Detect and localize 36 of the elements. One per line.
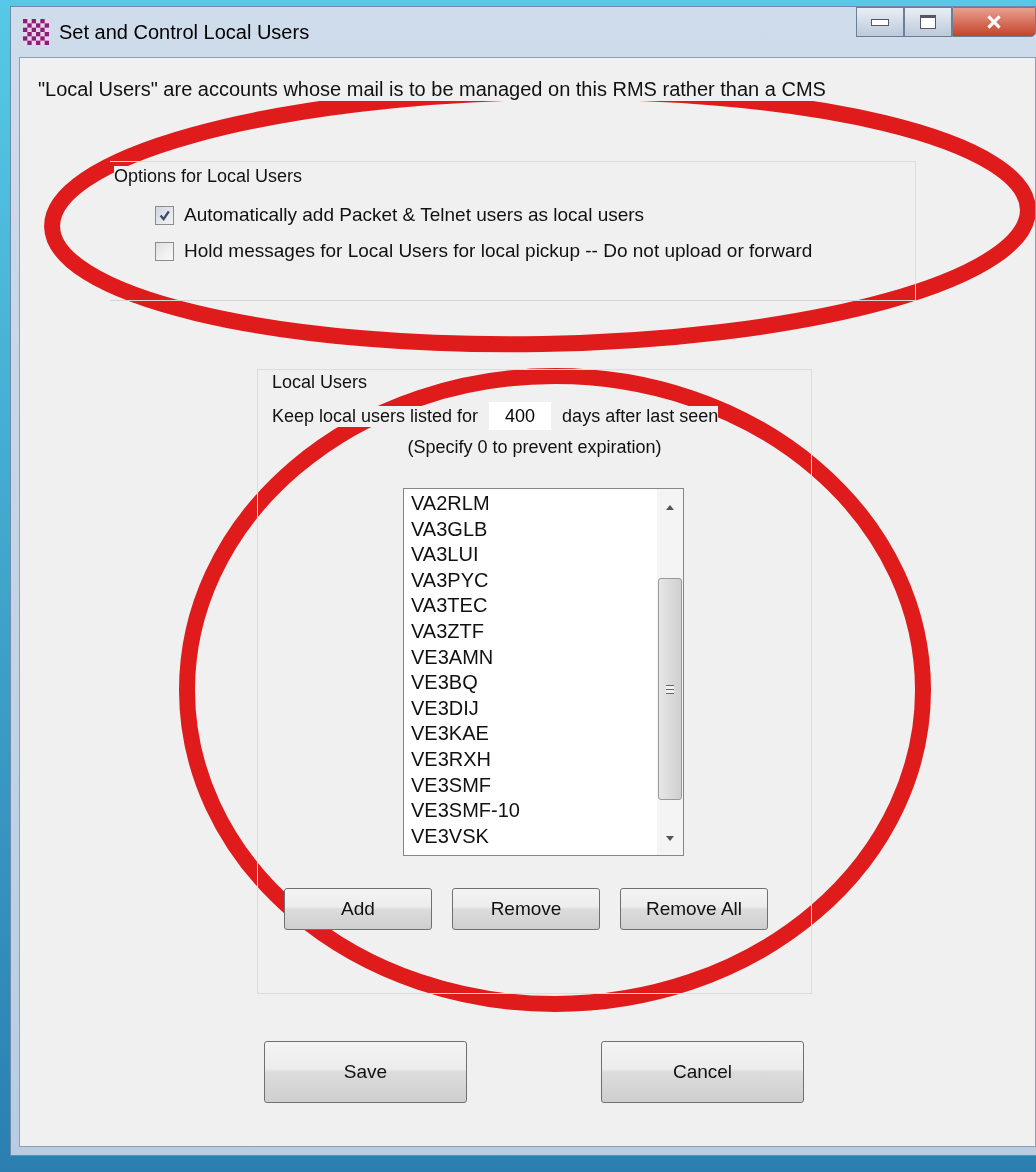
scroll-bar[interactable]: [657, 489, 683, 855]
checkbox[interactable]: [155, 241, 174, 261]
keep-label: days after last seen: [562, 405, 719, 427]
list-item[interactable]: VE3AMN: [411, 644, 657, 671]
list-item[interactable]: VA3GLB: [411, 516, 657, 543]
close-button[interactable]: [952, 7, 1036, 37]
days-field[interactable]: 400: [488, 401, 553, 431]
list-item[interactable]: VA2RLM: [411, 491, 657, 517]
list-button[interactable]: Add: [284, 888, 432, 930]
checkered-icon: [23, 19, 49, 45]
scroll-thumb[interactable]: [658, 578, 682, 800]
keep-label: Keep local users listed for: [272, 405, 479, 427]
list-item[interactable]: VA3PYC: [411, 567, 657, 594]
list-button[interactable]: Remove All: [620, 888, 768, 930]
maximize-button[interactable]: [904, 7, 952, 37]
list-item[interactable]: VE3SMF-10: [411, 798, 657, 824]
group-title: Options for Local Users: [114, 166, 303, 187]
list-item[interactable]: VE3BQ: [411, 670, 657, 696]
close-icon: [987, 15, 1001, 29]
list-button[interactable]: Remove: [452, 888, 600, 930]
check-icon: [158, 208, 171, 222]
dialog-button[interactable]: Save: [264, 1041, 467, 1103]
list-item[interactable]: VA3LUI: [411, 542, 657, 568]
checkbox[interactable]: [155, 205, 174, 225]
list-item[interactable]: VA3ZTF: [411, 618, 657, 645]
scroll-down-icon[interactable]: [666, 836, 674, 841]
list-item[interactable]: VE3SMF: [411, 772, 657, 799]
list-item[interactable]: VE3RXH: [411, 746, 657, 773]
window-title: Set and Control Local Users: [59, 20, 310, 44]
list-item[interactable]: VE3VSK: [411, 823, 657, 850]
list-item[interactable]: VE3KAE: [411, 721, 657, 747]
scroll-up-icon[interactable]: [666, 505, 674, 510]
list-item[interactable]: VE3DIJ: [411, 695, 657, 722]
minimize-button[interactable]: [856, 7, 904, 37]
list-item[interactable]: VA3TEC: [411, 593, 657, 619]
dialog-button[interactable]: Cancel: [601, 1041, 804, 1103]
